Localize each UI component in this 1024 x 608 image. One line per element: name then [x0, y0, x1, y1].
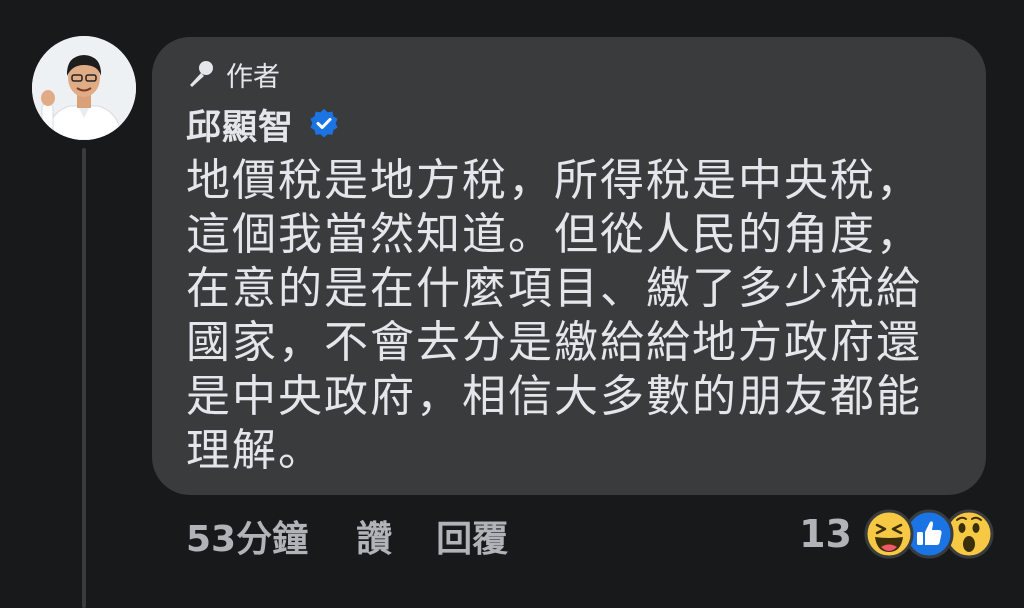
reaction-count: 13 — [799, 512, 852, 556]
author-row: 邱顯智 — [186, 102, 340, 148]
like-button[interactable]: 讚 — [356, 510, 392, 562]
comment-text: 地價稅是地方稅，所得稅是中央稅， 這個我當然知道。但從人民的角度， 在意的是在什… — [186, 155, 922, 476]
reply-button[interactable]: 回覆 — [436, 510, 508, 562]
comment-meta: 53分鐘 讚 回覆 — [186, 512, 508, 560]
timestamp[interactable]: 53分鐘 — [186, 510, 308, 562]
laugh-reaction-icon — [864, 509, 914, 559]
profile-photo — [32, 36, 136, 140]
author-badge: 作者 — [186, 56, 280, 93]
author-name[interactable]: 邱顯智 — [186, 99, 294, 150]
thread-line — [82, 148, 86, 608]
avatar[interactable] — [32, 36, 136, 140]
microphone-icon — [190, 61, 213, 87]
verified-badge-icon — [310, 109, 338, 138]
author-badge-label: 作者 — [226, 61, 280, 93]
reactions-summary[interactable]: 13 — [799, 506, 994, 562]
